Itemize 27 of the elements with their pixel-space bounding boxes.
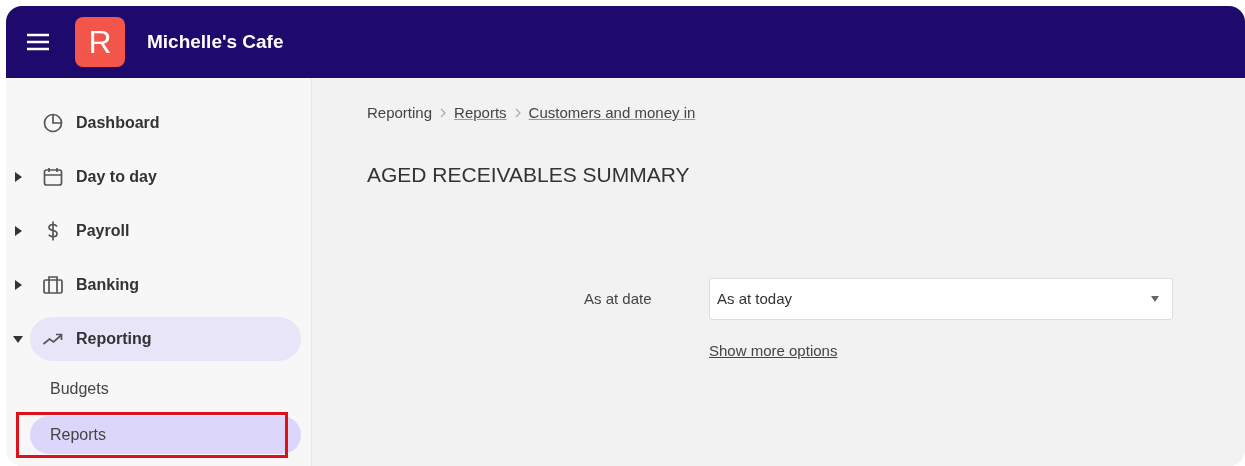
show-more-options-link[interactable]: Show more options xyxy=(709,340,838,363)
breadcrumb-link[interactable]: Reports xyxy=(454,102,507,125)
expand-caret-icon[interactable] xyxy=(14,280,22,290)
expand-caret-icon[interactable] xyxy=(14,226,22,236)
field-label: As at date xyxy=(584,288,653,309)
app-logo: R xyxy=(75,17,125,67)
dropdown-caret-icon xyxy=(1151,296,1159,302)
collapse-caret-icon[interactable] xyxy=(13,335,23,343)
nav-item[interactable]: Banking xyxy=(76,273,140,297)
pie-chart-icon xyxy=(42,112,64,134)
expand-caret-icon[interactable] xyxy=(14,172,22,182)
nav-item[interactable]: Day to day xyxy=(76,165,157,189)
sub-nav-item[interactable]: Budgets xyxy=(30,370,301,408)
bank-icon xyxy=(42,274,64,296)
chevron-right-icon xyxy=(514,108,521,119)
breadcrumb[interactable]: Reporting xyxy=(367,102,433,125)
nav-item[interactable]: Reporting xyxy=(76,327,152,351)
nav-item[interactable]: Dashboard xyxy=(76,111,160,135)
business-name: Michelle's Cafe xyxy=(147,29,284,54)
chevron-right-icon xyxy=(440,108,447,119)
breadcrumb-link[interactable]: Customers and money in xyxy=(528,102,696,125)
page-title: AGED RECEIVABLES SUMMARY xyxy=(367,161,691,188)
date-select[interactable]: As at today xyxy=(709,278,1173,320)
sub-nav-item[interactable]: Reports xyxy=(30,416,301,454)
calendar-icon xyxy=(42,166,64,188)
menu-icon[interactable] xyxy=(26,33,50,51)
nav-item[interactable]: Payroll xyxy=(76,219,130,243)
